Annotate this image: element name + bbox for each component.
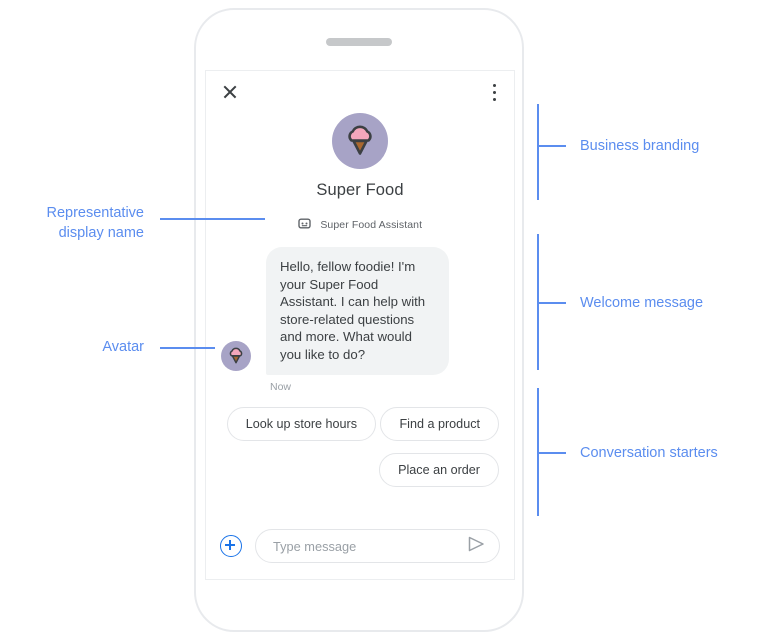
annotation-tick: [537, 145, 566, 147]
annotation-bracket: [537, 104, 539, 200]
menu-dot: [493, 97, 497, 102]
assistant-badge-icon: [298, 217, 311, 235]
chat-window: Super Food Super Food Assistant Hello, f…: [205, 70, 515, 580]
annotation-tick: [537, 452, 566, 454]
menu-dot: [493, 84, 497, 88]
message-input-pill[interactable]: [255, 529, 500, 563]
welcome-message-text: Hello, fellow foodie! I'm your Super Foo…: [280, 259, 429, 362]
message-input[interactable]: [271, 537, 459, 555]
screenshot-canvas: Super Food Super Food Assistant Hello, f…: [0, 0, 770, 640]
annotation-business-branding: Business branding: [580, 138, 700, 154]
chat-topbar: [206, 71, 514, 113]
add-circle-icon[interactable]: [220, 535, 242, 557]
send-icon[interactable]: [465, 533, 487, 560]
conversation-starter-chip[interactable]: Find a product: [380, 407, 499, 441]
message-bubble: Hello, fellow foodie! I'm your Super Foo…: [266, 247, 449, 375]
ice-cream-avatar: [221, 341, 251, 371]
annotation-welcome-message: Welcome message: [580, 295, 704, 311]
phone-speaker-pill: [326, 38, 392, 46]
annotation-avatar: Avatar: [102, 339, 144, 355]
annotation-leader-line: [160, 218, 265, 220]
more-vert-icon[interactable]: [493, 82, 497, 102]
annotation-tick: [537, 302, 566, 304]
phone-frame: Super Food Super Food Assistant Hello, f…: [194, 8, 524, 632]
page-title: Super Food: [316, 181, 404, 199]
ice-cream-avatar: [332, 113, 388, 169]
welcome-message-row: Hello, fellow foodie! I'm your Super Foo…: [206, 247, 514, 393]
conversation-starter-chip[interactable]: Look up store hours: [226, 407, 377, 441]
close-icon[interactable]: [220, 82, 240, 102]
conversation-starters: Look up store hours Find a product Place…: [206, 407, 514, 499]
annotation-leader-line: [160, 347, 215, 349]
conversation-starter-chip[interactable]: Place an order: [379, 453, 499, 487]
business-branding: Super Food: [206, 113, 514, 200]
annotation-conversation-starters: Conversation starters: [580, 445, 718, 461]
annotation-representative-display-name: Representative display name: [46, 205, 144, 241]
message-input-bar: [206, 523, 514, 569]
representative-display-name: Super Food Assistant: [320, 219, 423, 231]
menu-dot: [493, 90, 497, 95]
message-timestamp: Now: [270, 381, 292, 393]
